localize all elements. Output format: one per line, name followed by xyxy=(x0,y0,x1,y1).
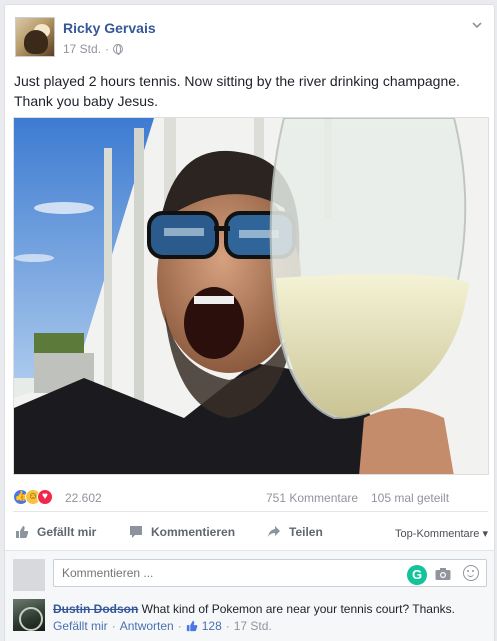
globe-icon xyxy=(113,44,124,55)
photo-illustration xyxy=(14,118,488,474)
emoji-icon[interactable] xyxy=(463,565,479,581)
post-card: Ricky Gervais 17 Std. · Just played 2 ho… xyxy=(4,4,495,641)
post-header: Ricky Gervais 17 Std. · xyxy=(13,15,488,63)
reaction-count[interactable]: 22.602 xyxy=(65,491,102,505)
love-reaction-icon: ♥ xyxy=(37,489,53,505)
comment-count[interactable]: 751 Kommentare xyxy=(266,491,358,505)
post-photo[interactable] xyxy=(13,117,489,475)
chevron-down-icon[interactable] xyxy=(470,19,484,33)
post-meta: 17 Std. · xyxy=(63,42,124,56)
thumbs-up-icon xyxy=(186,620,198,632)
current-user-avatar xyxy=(13,559,45,591)
engagement-counts: 👍 ☺ ♥ 22.602 751 Kommentare 105 mal gete… xyxy=(13,487,488,507)
comment-body: Dustin Dodson What kind of Pokemon are n… xyxy=(53,601,483,617)
reaction-icons[interactable]: 👍 ☺ ♥ xyxy=(13,489,53,505)
grammarly-icon[interactable]: G xyxy=(407,565,427,585)
author-avatar[interactable] xyxy=(15,17,55,57)
share-icon xyxy=(268,526,280,537)
comment-reply-link[interactable]: Antworten xyxy=(120,619,174,633)
like-label: Gefällt mir xyxy=(37,525,97,539)
comment-icon xyxy=(130,526,142,538)
author-name[interactable]: Ricky Gervais xyxy=(63,20,156,36)
comment-label: Kommentieren xyxy=(151,525,236,539)
comments-section: G Dustin Dodson What kind of Pokemon are… xyxy=(5,550,494,641)
action-bar: Gefällt mir Kommentieren Teilen Top-Komm… xyxy=(13,519,488,547)
commenter-avatar[interactable] xyxy=(13,599,45,631)
meta-separator: · xyxy=(105,42,110,56)
comment-text: What kind of Pokemon are near your tenni… xyxy=(141,602,455,616)
camera-icon[interactable] xyxy=(435,567,451,581)
divider xyxy=(13,511,488,512)
meta-dot: · xyxy=(225,619,230,633)
share-label: Teilen xyxy=(289,525,323,539)
meta-dot: · xyxy=(111,619,116,633)
thumbs-up-icon xyxy=(16,526,29,538)
like-button[interactable]: Gefällt mir xyxy=(15,525,96,539)
meta-dot: · xyxy=(177,619,182,633)
commenter-name[interactable]: Dustin Dodson xyxy=(53,602,138,616)
comment-like-count[interactable]: 128 xyxy=(202,619,222,633)
top-comments-dropdown[interactable]: Top-Kommentare ▾ xyxy=(395,527,488,540)
comment-meta: Gefällt mir · Antworten · 128 · 17 Std. xyxy=(53,619,272,633)
post-time[interactable]: 17 Std. xyxy=(63,42,101,56)
comment-like-link[interactable]: Gefällt mir xyxy=(53,619,108,633)
comment-button[interactable]: Kommentieren xyxy=(129,525,235,539)
comment-time[interactable]: 17 Std. xyxy=(234,619,272,633)
share-count[interactable]: 105 mal geteilt xyxy=(371,491,449,505)
post-text: Just played 2 hours tennis. Now sitting … xyxy=(14,73,460,109)
share-button[interactable]: Teilen xyxy=(267,525,323,539)
